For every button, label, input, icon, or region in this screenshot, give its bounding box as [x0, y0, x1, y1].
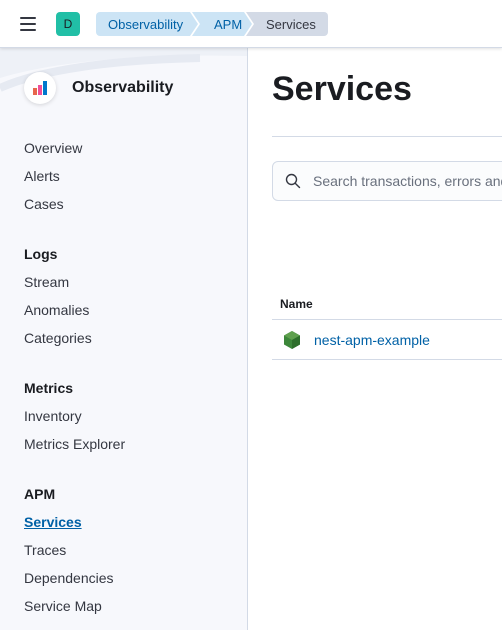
nav-group-metrics: Metrics Inventory Metrics Explorer — [24, 374, 234, 458]
breadcrumb: Observability APM Services — [96, 12, 328, 36]
hamburger-menu-icon[interactable] — [16, 12, 40, 36]
sidebar-brand: Observability — [24, 72, 173, 104]
breadcrumb-observability[interactable]: Observability — [96, 12, 198, 36]
title-divider — [272, 136, 502, 137]
top-header: D Observability APM Services — [0, 0, 502, 48]
sidebar-item-service-map[interactable]: Service Map — [24, 592, 234, 620]
nav-group-logs: Logs Stream Anomalies Categories — [24, 240, 234, 352]
breadcrumb-apm[interactable]: APM — [192, 12, 252, 36]
sidebar-item-overview[interactable]: Overview — [24, 134, 234, 162]
nodejs-hexagon-icon — [284, 330, 300, 349]
nav-group-title-logs: Logs — [24, 246, 58, 262]
search-input[interactable] — [313, 173, 502, 189]
sidebar: Observability Overview Alerts Cases Logs… — [0, 48, 248, 630]
sidebar-item-anomalies[interactable]: Anomalies — [24, 296, 234, 324]
nav-group-title-metrics: Metrics — [24, 380, 74, 396]
observability-logo-icon — [24, 72, 56, 104]
breadcrumb-services: Services — [246, 12, 328, 36]
sidebar-item-alerts[interactable]: Alerts — [24, 162, 234, 190]
sidebar-item-stream[interactable]: Stream — [24, 268, 234, 296]
sidebar-item-cases[interactable]: Cases — [24, 190, 234, 218]
space-avatar[interactable]: D — [56, 12, 80, 36]
page-title: Services — [272, 70, 412, 108]
search-icon — [285, 173, 301, 189]
table-header-name[interactable]: Name — [272, 288, 502, 320]
service-name-link[interactable]: nest-apm-example — [314, 332, 430, 348]
sidebar-nav: Overview Alerts Cases Logs Stream Anomal… — [24, 134, 234, 630]
search-bar[interactable] — [272, 161, 502, 201]
sidebar-title: Observability — [72, 79, 174, 96]
main-content: Services Name nest-apm-example — [248, 48, 502, 630]
sidebar-item-categories[interactable]: Categories — [24, 324, 234, 352]
table-row: nest-apm-example — [272, 320, 502, 360]
sidebar-item-services[interactable]: Services — [24, 508, 234, 536]
nav-group-title-apm: APM — [24, 486, 56, 502]
sidebar-item-traces[interactable]: Traces — [24, 536, 234, 564]
nav-group-apm: APM Services Traces Dependencies Service… — [24, 480, 234, 620]
services-table: Name nest-apm-example — [272, 288, 502, 360]
sidebar-item-inventory[interactable]: Inventory — [24, 402, 234, 430]
nav-group-general: Overview Alerts Cases — [24, 134, 234, 218]
sidebar-item-dependencies[interactable]: Dependencies — [24, 564, 234, 592]
sidebar-item-metrics-explorer[interactable]: Metrics Explorer — [24, 430, 234, 458]
